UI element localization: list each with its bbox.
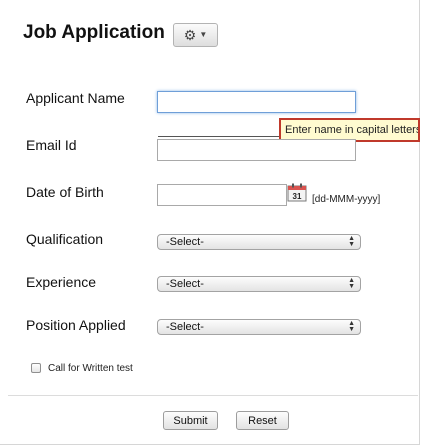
written-test-label: Call for Written test bbox=[48, 363, 133, 374]
form-container bbox=[0, 0, 420, 445]
position-selected: -Select- bbox=[166, 321, 204, 333]
settings-menu-button[interactable]: ⚙ ▼ bbox=[173, 23, 218, 47]
chevron-down-icon: ▼ bbox=[199, 30, 208, 39]
date-of-birth-label: Date of Birth bbox=[26, 184, 104, 200]
select-arrows-icon: ▲ ▼ bbox=[348, 235, 355, 248]
position-applied-select[interactable]: -Select- ▲ ▼ bbox=[157, 319, 361, 335]
applicant-name-label: Applicant Name bbox=[26, 90, 125, 106]
select-arrows-icon: ▲ ▼ bbox=[348, 277, 355, 290]
date-of-birth-input[interactable] bbox=[157, 184, 287, 206]
reset-button[interactable]: Reset bbox=[236, 411, 289, 430]
qualification-selected: -Select- bbox=[166, 236, 204, 248]
email-label: Email Id bbox=[26, 137, 77, 153]
position-applied-label: Position Applied bbox=[26, 317, 126, 333]
written-test-checkbox[interactable] bbox=[31, 363, 41, 373]
date-format-hint: [dd-MMM-yyyy] bbox=[312, 194, 381, 205]
submit-button[interactable]: Submit bbox=[163, 411, 218, 430]
select-arrows-icon: ▲ ▼ bbox=[348, 320, 355, 333]
form-title: Job Application bbox=[23, 22, 165, 43]
qualification-label: Qualification bbox=[26, 231, 104, 247]
applicant-name-input[interactable] bbox=[157, 91, 356, 113]
calendar-icon[interactable]: 31 bbox=[287, 183, 307, 202]
tooltip-pointer-line bbox=[158, 136, 279, 137]
footer-divider bbox=[8, 395, 418, 396]
experience-select[interactable]: -Select- ▲ ▼ bbox=[157, 276, 361, 292]
qualification-select[interactable]: -Select- ▲ ▼ bbox=[157, 234, 361, 250]
experience-selected: -Select- bbox=[166, 278, 204, 290]
gear-icon: ⚙ bbox=[183, 27, 197, 43]
calendar-day-text: 31 bbox=[293, 192, 302, 201]
experience-label: Experience bbox=[26, 274, 97, 290]
email-input[interactable] bbox=[157, 139, 356, 161]
